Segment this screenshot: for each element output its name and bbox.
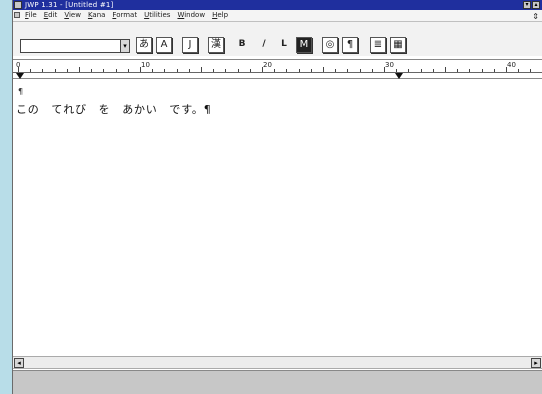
font-combo[interactable]: ▾ xyxy=(20,39,130,53)
kanji-button[interactable]: 漢 xyxy=(208,37,224,53)
system-menu-box[interactable] xyxy=(14,1,22,9)
underline-button[interactable]: L xyxy=(276,37,292,53)
ruler-baseline xyxy=(13,72,542,73)
status-bar xyxy=(13,370,542,394)
document-system-box[interactable] xyxy=(14,12,20,18)
menu-edit[interactable]: Edit xyxy=(44,10,58,21)
hiragana-mode-button[interactable]: あ xyxy=(136,37,152,53)
ruler-label: 30 xyxy=(385,61,394,69)
options-button[interactable]: ◎ xyxy=(322,37,338,53)
ruler[interactable]: 0 10 20 30 40 xyxy=(13,59,542,79)
ruler-label: 10 xyxy=(141,61,150,69)
grid-button[interactable]: ▦ xyxy=(390,37,406,53)
bold-button[interactable]: B xyxy=(234,37,250,53)
app-window: JWP 1.31 - [Untitled #1] ▾ ▴ File Edit V… xyxy=(12,0,542,394)
menu-window[interactable]: Window xyxy=(177,10,205,21)
menu-file[interactable]: File xyxy=(25,10,37,21)
chevron-down-icon[interactable]: ▾ xyxy=(120,39,130,53)
scroll-right-icon[interactable]: ▸ xyxy=(531,358,541,368)
layout-button[interactable]: ≣ xyxy=(370,37,386,53)
menu-utilities[interactable]: Utilities xyxy=(144,10,170,21)
left-indent-marker[interactable] xyxy=(16,73,24,79)
jisho-button[interactable]: J xyxy=(182,37,198,53)
menu-bar: File Edit View Kana Format Utilities Win… xyxy=(13,10,542,22)
format-button[interactable]: M xyxy=(296,37,312,53)
restore-icon[interactable]: ⇕ xyxy=(532,11,539,22)
menu-help[interactable]: Help xyxy=(212,10,228,21)
romaji-mode-button[interactable]: A xyxy=(156,37,172,53)
minimize-button[interactable]: ▾ xyxy=(523,1,531,9)
scroll-left-icon[interactable]: ◂ xyxy=(14,358,24,368)
menu-kana[interactable]: Kana xyxy=(88,10,105,21)
menu-format[interactable]: Format xyxy=(112,10,137,21)
title-bar: JWP 1.31 - [Untitled #1] ▾ ▴ xyxy=(13,0,542,10)
show-marks-button[interactable]: ¶ xyxy=(342,37,358,53)
right-margin-marker[interactable] xyxy=(395,73,403,79)
horizontal-scrollbar[interactable]: ◂ ▸ xyxy=(13,356,542,369)
italic-button[interactable]: / xyxy=(256,37,272,53)
window-title: JWP 1.31 - [Untitled #1] xyxy=(25,1,114,9)
document-text[interactable]: この てれび を あかい です。¶ xyxy=(16,101,212,117)
menu-view[interactable]: View xyxy=(64,10,81,21)
document-area[interactable]: ¶ この てれび を あかい です。¶ xyxy=(13,80,542,352)
ruler-label: 20 xyxy=(263,61,272,69)
ruler-label: 40 xyxy=(507,61,516,69)
maximize-button[interactable]: ▴ xyxy=(532,1,540,9)
paragraph-mark: ¶ xyxy=(18,87,24,96)
